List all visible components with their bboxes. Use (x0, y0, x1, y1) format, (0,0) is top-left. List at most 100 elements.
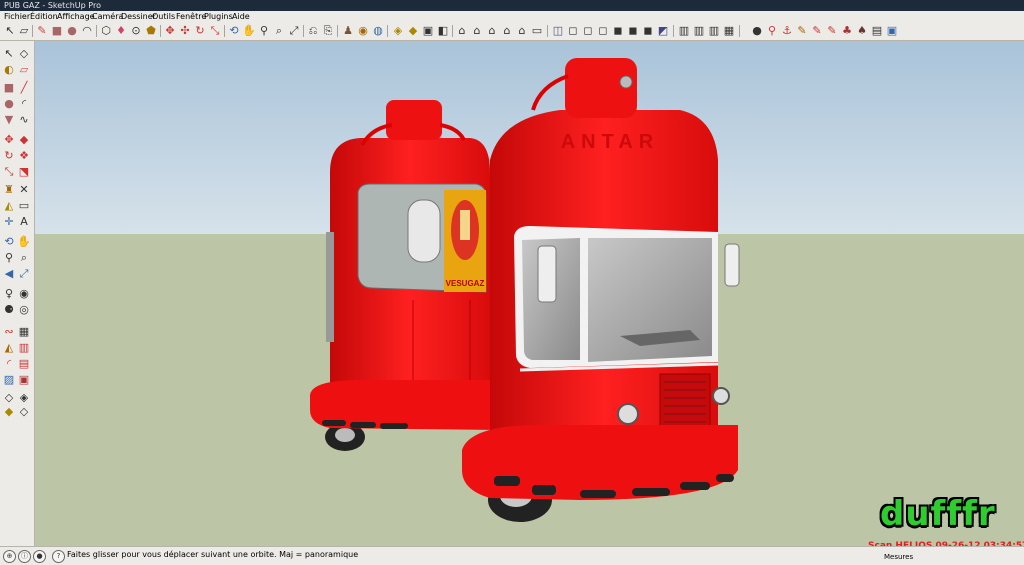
move-icon[interactable]: ✥ (2, 133, 16, 147)
tape-icon[interactable]: ⊙ (129, 24, 143, 38)
paint-bucket-icon[interactable]: ◐ (2, 63, 16, 77)
previous-view-icon[interactable]: ⎌ (306, 24, 320, 38)
help-icon[interactable]: ? (52, 550, 65, 563)
right-view-icon[interactable]: ⌂ (500, 24, 514, 38)
layer-icon[interactable]: ▥ (692, 24, 706, 38)
follow-me-icon[interactable]: ⬟ (144, 24, 158, 38)
terrain-icon[interactable]: ▣ (17, 373, 31, 387)
photo-texture-icon[interactable]: ◆ (406, 24, 420, 38)
rotate-icon[interactable]: ↻ (2, 149, 16, 163)
arc-icon[interactable]: ◠ (80, 24, 94, 38)
xray-icon[interactable]: ◫ (551, 24, 565, 38)
push-pull-icon[interactable]: ◆ (17, 133, 31, 147)
text-icon[interactable]: ▭ (17, 199, 31, 213)
orbit-icon[interactable]: ⟲ (227, 24, 241, 38)
select-arrow-icon[interactable]: ↖ (3, 24, 17, 38)
arc-icon[interactable]: ◜ (17, 97, 31, 111)
warehouse-icon[interactable]: ▣ (421, 24, 435, 38)
circle-icon[interactable]: ● (2, 97, 16, 111)
section-plane-icon[interactable]: ◎ (17, 303, 31, 317)
look-around-icon[interactable]: ◉ (356, 24, 370, 38)
geolocation-icon[interactable]: ⊕ (3, 550, 16, 563)
stamp-icon[interactable]: ▥ (17, 341, 31, 355)
rotate-icon[interactable]: ↻ (193, 24, 207, 38)
select-icon[interactable]: ◆ (2, 405, 16, 419)
back-view-icon[interactable]: ⌂ (515, 24, 529, 38)
components-icon[interactable]: ▦ (722, 24, 736, 38)
extensions-icon[interactable]: ✎ (825, 24, 839, 38)
freehand-icon[interactable]: ∿ (17, 113, 31, 127)
hidden-line-icon[interactable]: ◻ (596, 24, 610, 38)
top-view-icon[interactable]: ⌂ (470, 24, 484, 38)
menu-aide[interactable]: Aide (230, 11, 252, 23)
extensions-icon[interactable]: ♣ (840, 24, 854, 38)
orbit-icon[interactable]: ⟲ (2, 235, 16, 249)
protractor-icon[interactable]: ◭ (2, 199, 16, 213)
geolocation-icon[interactable]: ● (750, 24, 764, 38)
previous-icon[interactable]: ◀ (2, 267, 16, 281)
offset-icon[interactable]: ⬔ (17, 165, 31, 179)
pan-icon[interactable]: ✋ (17, 235, 31, 249)
zoom-window-icon[interactable]: ⌕ (17, 251, 31, 265)
extensions-icon[interactable]: ✎ (795, 24, 809, 38)
wireframe-icon[interactable]: ◻ (581, 24, 595, 38)
extensions-icon[interactable]: ⚲ (765, 24, 779, 38)
3d-text-icon[interactable]: A (17, 215, 31, 229)
polygon-icon[interactable]: ▼ (2, 113, 16, 127)
standard-views-icon[interactable]: ◩ (656, 24, 670, 38)
geolocate-icon[interactable]: ◍ (371, 24, 385, 38)
extensions-icon[interactable]: ✎ (810, 24, 824, 38)
front-view-icon[interactable]: ⌂ (485, 24, 499, 38)
smoove-icon[interactable]: ◭ (2, 341, 16, 355)
flip-edge-icon[interactable]: ▨ (2, 373, 16, 387)
extensions-icon[interactable]: ▣ (885, 24, 899, 38)
sandbox-from-scratch-icon[interactable]: ▦ (17, 325, 31, 339)
zoom-extents-icon[interactable]: ⤢ (287, 24, 301, 38)
rectangle-icon[interactable]: ■ (50, 24, 64, 38)
zoom-window-icon[interactable]: ⌕ (272, 24, 286, 38)
move-icon[interactable]: ✥ (163, 24, 177, 38)
add-detail-icon[interactable]: ▤ (17, 357, 31, 371)
select-icon[interactable]: ◇ (17, 405, 31, 419)
layer-icon[interactable]: ▥ (677, 24, 691, 38)
walk-icon[interactable]: ◉ (17, 287, 31, 301)
extensions-icon[interactable]: ♠ (855, 24, 869, 38)
axes-icon[interactable]: ✛ (2, 215, 16, 229)
scale-icon[interactable]: ⤡ (2, 165, 16, 179)
scale-icon[interactable]: ⤡ (208, 24, 222, 38)
position-camera-icon[interactable]: ♀ (2, 287, 16, 301)
pan-icon[interactable]: ✋ (242, 24, 256, 38)
iso-view-icon[interactable]: ⌂ (455, 24, 469, 38)
extensions-icon[interactable]: ▤ (870, 24, 884, 38)
shaded-textures-icon[interactable]: ◼ (626, 24, 640, 38)
shaded-icon[interactable]: ◼ (611, 24, 625, 38)
zoom-icon[interactable]: ⚲ (2, 251, 16, 265)
sandbox-from-contours-icon[interactable]: ∾ (2, 325, 16, 339)
drape-icon[interactable]: ◜ (2, 357, 16, 371)
push-pull-icon[interactable]: ✣ (178, 24, 192, 38)
make-component-icon[interactable]: ⬡ (99, 24, 113, 38)
rectangle-icon[interactable]: ■ (2, 81, 16, 95)
extensions-icon[interactable]: ⚓ (780, 24, 794, 38)
model-viewport[interactable]: VESUGAZ ANTAR (35, 41, 1024, 546)
eraser-icon[interactable]: ▱ (17, 63, 31, 77)
back-edges-icon[interactable]: ◻ (566, 24, 580, 38)
section-plane-icon[interactable]: ◈ (391, 24, 405, 38)
share-model-icon[interactable]: ◧ (436, 24, 450, 38)
next-view-icon[interactable]: ⎘ (321, 24, 335, 38)
left-view-icon[interactable]: ▭ (530, 24, 544, 38)
tape-measure-icon[interactable]: ♜ (2, 183, 16, 197)
zoom-icon[interactable]: ⚲ (257, 24, 271, 38)
user-icon[interactable]: ● (33, 550, 46, 563)
pencil-icon[interactable]: ✎ (35, 24, 49, 38)
eraser-icon[interactable]: ▱ (17, 24, 31, 38)
walk-icon[interactable]: ♟ (341, 24, 355, 38)
select-icon[interactable]: ◈ (17, 391, 31, 405)
look-around-icon[interactable]: ⚈ (2, 303, 16, 317)
paint-bucket-icon[interactable]: ♦ (114, 24, 128, 38)
zoom-extents-icon[interactable]: ⤢ (17, 267, 31, 281)
follow-me-icon[interactable]: ❖ (17, 149, 31, 163)
circle-icon[interactable]: ● (65, 24, 79, 38)
select-icon[interactable]: ◇ (2, 391, 16, 405)
credits-icon[interactable]: ⓘ (18, 550, 31, 563)
